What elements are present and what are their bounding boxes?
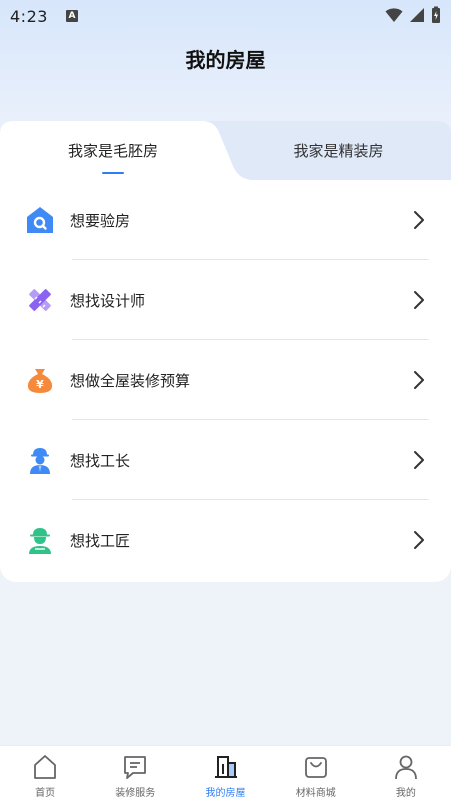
status-indicators (385, 6, 441, 24)
svg-text:¥: ¥ (36, 378, 44, 391)
list-item-find-designer[interactable]: 想找设计师 (0, 260, 451, 340)
nav-item-my-house[interactable]: 我的房屋 (180, 746, 270, 803)
nav-item-me[interactable]: 我的 (361, 746, 451, 803)
craftsman-icon (24, 524, 56, 556)
tab-rough-house-label: 我家是毛胚房 (67, 141, 158, 160)
active-tab-indicator (102, 172, 124, 174)
user-icon (395, 755, 417, 780)
battery-icon (432, 6, 440, 23)
status-time: 4:23 (10, 6, 48, 26)
house-search-icon (24, 204, 56, 236)
money-bag-icon: ¥ (24, 364, 56, 396)
page-title: 我的房屋 (185, 48, 266, 72)
house-type-card: 我家是毛胚房 我家是精装房 想要验房 想找设计师 ¥ 想做全屋装修预算 想找工长… (0, 120, 451, 582)
chat-service-icon (124, 756, 147, 779)
chevron-right-icon (414, 531, 424, 549)
list-item-label: 想要验房 (70, 211, 131, 230)
building-icon (214, 756, 237, 778)
shopping-bag-icon (304, 757, 327, 778)
tab-finished-house[interactable]: 我家是精装房 (226, 120, 451, 180)
foreman-icon (24, 444, 56, 476)
chevron-right-icon (414, 371, 424, 389)
signal-icon (410, 8, 424, 22)
nav-label: 材料商城 (295, 788, 336, 799)
list-item-inspect-house[interactable]: 想要验房 (0, 180, 451, 260)
list-item-find-foreman[interactable]: 想找工长 (0, 420, 451, 500)
list-item-budget[interactable]: ¥ 想做全屋装修预算 (0, 340, 451, 420)
home-icon (34, 755, 56, 779)
list-item-label: 想找设计师 (70, 291, 146, 310)
nav-label: 装修服务 (115, 788, 156, 799)
nav-label: 首页 (35, 788, 56, 799)
chevron-right-icon (414, 451, 424, 469)
nav-item-service[interactable]: 装修服务 (90, 746, 180, 803)
nav-label: 我的 (395, 788, 416, 799)
list-item-label: 想做全屋装修预算 (70, 371, 191, 390)
list-item-label: 想找工匠 (70, 531, 131, 550)
status-bar: 4:23 A (0, 0, 451, 32)
list-item-find-craftsman[interactable]: 想找工匠 (0, 500, 451, 580)
notification-icon: A (65, 10, 78, 22)
nav-label: 我的房屋 (205, 788, 246, 799)
chevron-right-icon (414, 291, 424, 309)
tab-rough-house[interactable]: 我家是毛胚房 (0, 120, 226, 180)
service-list: 想要验房 想找设计师 ¥ 想做全屋装修预算 想找工长 想找工匠 (0, 180, 451, 582)
list-item-label: 想找工长 (70, 451, 131, 470)
chevron-right-icon (414, 211, 424, 229)
nav-item-home[interactable]: 首页 (0, 746, 90, 803)
tab-finished-house-label: 我家是精装房 (293, 141, 384, 160)
nav-item-mall[interactable]: 材料商城 (271, 746, 361, 803)
wifi-icon (385, 8, 403, 22)
pencil-ruler-icon (24, 284, 56, 316)
bottom-navigation: 首页 装修服务 我的房屋 材料商城 我的 (0, 745, 451, 803)
